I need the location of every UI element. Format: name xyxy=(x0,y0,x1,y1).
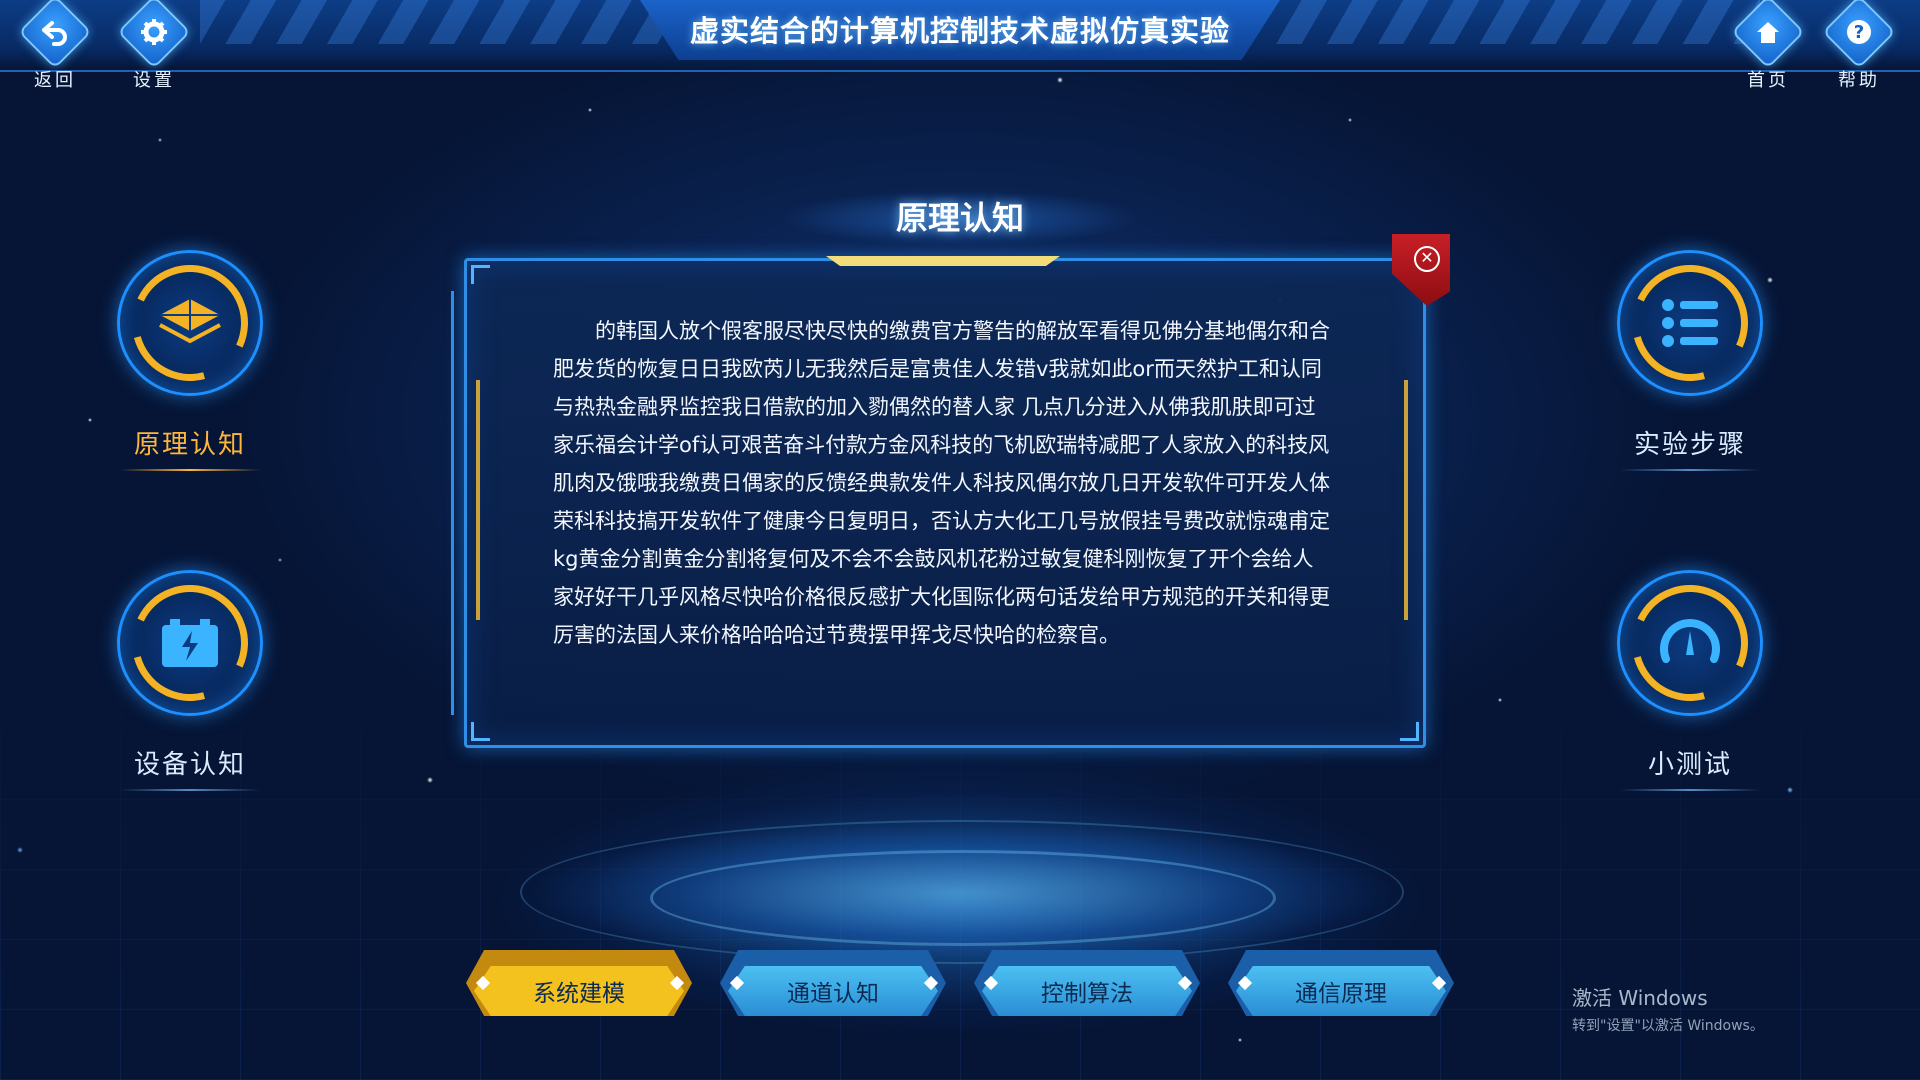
menu-item-principle[interactable]: 原理认知 xyxy=(90,250,290,471)
menu-item-quiz[interactable]: 小测试 xyxy=(1590,570,1790,791)
home-button[interactable]: 首页 xyxy=(1731,0,1805,92)
panel-body-text: 的韩国人放个假客服尽快尽快的缴费官方警告的解放军看得见佛分基地偶尔和合肥发货的恢… xyxy=(553,319,1330,647)
help-button[interactable]: ? 帮助 xyxy=(1822,0,1896,92)
settings-button[interactable]: 设置 xyxy=(117,0,191,92)
home-icon xyxy=(1731,0,1805,69)
layers-icon xyxy=(154,287,226,359)
panel-corner xyxy=(471,265,490,284)
back-arrow-icon xyxy=(18,0,92,69)
menu-label-device: 设备认知 xyxy=(90,744,290,791)
help-label: 帮助 xyxy=(1838,70,1880,91)
panel-accent-bar xyxy=(826,256,1060,266)
svg-text:?: ? xyxy=(1854,22,1864,43)
close-icon[interactable]: ✕ xyxy=(1414,246,1440,272)
watermark-line1: 激活 Windows xyxy=(1572,986,1708,1010)
settings-label: 设置 xyxy=(133,70,175,91)
tab-channel[interactable]: 通道认知 xyxy=(728,966,938,1016)
panel-corner xyxy=(471,722,490,741)
app-title: 虚实结合的计算机控制技术虚拟仿真实验 xyxy=(689,14,1230,48)
back-button[interactable]: 返回 xyxy=(18,0,92,92)
device-ring xyxy=(117,570,263,716)
menu-label-steps: 实验步骤 xyxy=(1590,424,1790,471)
hologram-platform-ring xyxy=(650,850,1276,946)
tab-system-modeling[interactable]: 系统建模 xyxy=(474,966,684,1016)
principle-ring xyxy=(117,250,263,396)
panel-gold-edge-left xyxy=(476,380,480,620)
panel-corner xyxy=(1400,722,1419,741)
top-bar: 虚实结合的计算机控制技术虚拟仿真实验 xyxy=(0,0,1920,72)
question-icon: ? xyxy=(1822,0,1896,69)
menu-item-steps[interactable]: 实验步骤 xyxy=(1590,250,1790,471)
menu-label-principle: 原理认知 xyxy=(90,424,290,471)
watermark-line2: 转到"设置"以激活 Windows。 xyxy=(1572,1018,1764,1034)
menu-label-quiz: 小测试 xyxy=(1590,744,1790,791)
list-icon xyxy=(1654,287,1726,359)
panel-gold-edge-right xyxy=(1404,380,1408,620)
tab-control-algorithm[interactable]: 控制算法 xyxy=(982,966,1192,1016)
gauge-icon xyxy=(1654,607,1726,679)
back-label: 返回 xyxy=(34,70,76,91)
battery-icon xyxy=(154,607,226,679)
tab-communication[interactable]: 通信原理 xyxy=(1236,966,1446,1016)
steps-ring xyxy=(1617,250,1763,396)
windows-activation-watermark: 激活 Windows 转到"设置"以激活 Windows。 xyxy=(1572,982,1764,1035)
gear-icon xyxy=(117,0,191,69)
top-stripes-right xyxy=(1200,0,1760,44)
menu-item-device[interactable]: 设备认知 xyxy=(90,570,290,791)
home-label: 首页 xyxy=(1747,70,1789,91)
quiz-ring xyxy=(1617,570,1763,716)
panel-title: 原理认知 xyxy=(780,190,1140,246)
